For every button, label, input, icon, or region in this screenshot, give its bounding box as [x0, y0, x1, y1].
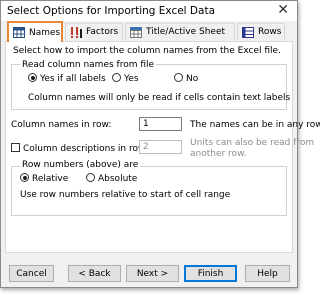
radio-button-selected[interactable] — [28, 73, 37, 82]
column-names-row-label: Column names in row: — [11, 120, 112, 130]
radio-yes-if-all-labels-label: Yes if all labels — [40, 74, 106, 84]
radio-absolute-label: Absolute — [98, 174, 138, 184]
cancel-button[interactable]: Cancel — [9, 265, 54, 282]
radio-yes-if-all-labels[interactable]: Yes if all labels — [28, 73, 106, 84]
radio-no-label: No — [186, 74, 199, 84]
radio-relative-label: Relative — [32, 174, 69, 184]
tab-title-active-sheet[interactable]: Title/Active Sheet — [125, 23, 235, 40]
radio-yes-label: Yes — [124, 74, 139, 84]
back-button[interactable]: < Back — [68, 265, 121, 282]
radio-button[interactable] — [174, 73, 183, 82]
column-descriptions-row-input[interactable]: 2 — [139, 140, 182, 154]
descriptions-hint-line2: another row. — [190, 149, 247, 159]
tab-strip: Names Factors Title/Active Sheet Rows — [5, 21, 293, 42]
tab-rows-label: Rows — [258, 27, 282, 37]
read-group-note: Column names will only be read if cells … — [28, 93, 291, 103]
close-icon[interactable]: ✕ — [277, 2, 289, 18]
window-title: Select Options for Importing Excel Data — [7, 5, 216, 17]
checkbox[interactable] — [11, 143, 20, 152]
radio-yes[interactable]: Yes — [112, 73, 139, 84]
radio-button[interactable] — [112, 73, 121, 82]
radio-relative[interactable]: Relative — [20, 173, 68, 184]
tab-factors[interactable]: Factors — [65, 23, 123, 40]
radio-no[interactable]: No — [174, 73, 198, 84]
column-descriptions-label: Column descriptions in row: — [23, 144, 148, 154]
column-names-row-input[interactable]: 1 — [139, 117, 182, 131]
instruction-text: Select how to import the column names fr… — [13, 46, 281, 56]
radio-button-selected[interactable] — [20, 173, 29, 182]
title-bar: Select Options for Importing Excel Data … — [1, 1, 297, 21]
column-descriptions-checkbox[interactable]: Column descriptions in row: — [11, 143, 148, 154]
next-button[interactable]: Next > — [126, 265, 179, 282]
descriptions-hint-line1: Units can also be read from — [190, 138, 315, 148]
radio-absolute[interactable]: Absolute — [86, 173, 137, 184]
radio-button[interactable] — [86, 173, 95, 182]
tab-title-label: Title/Active Sheet — [146, 27, 226, 37]
rows-icon — [242, 26, 254, 38]
names-icon — [13, 27, 25, 38]
column-names-row-hint: The names can be in any row. — [190, 120, 320, 130]
finish-button[interactable]: Finish — [184, 265, 237, 282]
row-numbers-note: Use row numbers relative to start of cel… — [20, 190, 231, 200]
tab-names[interactable]: Names — [7, 21, 63, 42]
title-icon — [130, 26, 142, 38]
import-dialog: Select Options for Importing Excel Data … — [0, 0, 320, 288]
read-column-names-group — [11, 64, 287, 110]
factors-icon — [70, 26, 82, 38]
tab-factors-label: Factors — [86, 27, 119, 37]
row-numbers-group-title: Row numbers (above) are — [20, 160, 141, 170]
tab-rows[interactable]: Rows — [237, 23, 285, 40]
tab-names-label: Names — [29, 27, 61, 38]
names-tab-panel: Select how to import the column names fr… — [5, 41, 320, 253]
read-group-title: Read column names from file — [20, 60, 157, 70]
help-button[interactable]: Help — [245, 265, 290, 282]
